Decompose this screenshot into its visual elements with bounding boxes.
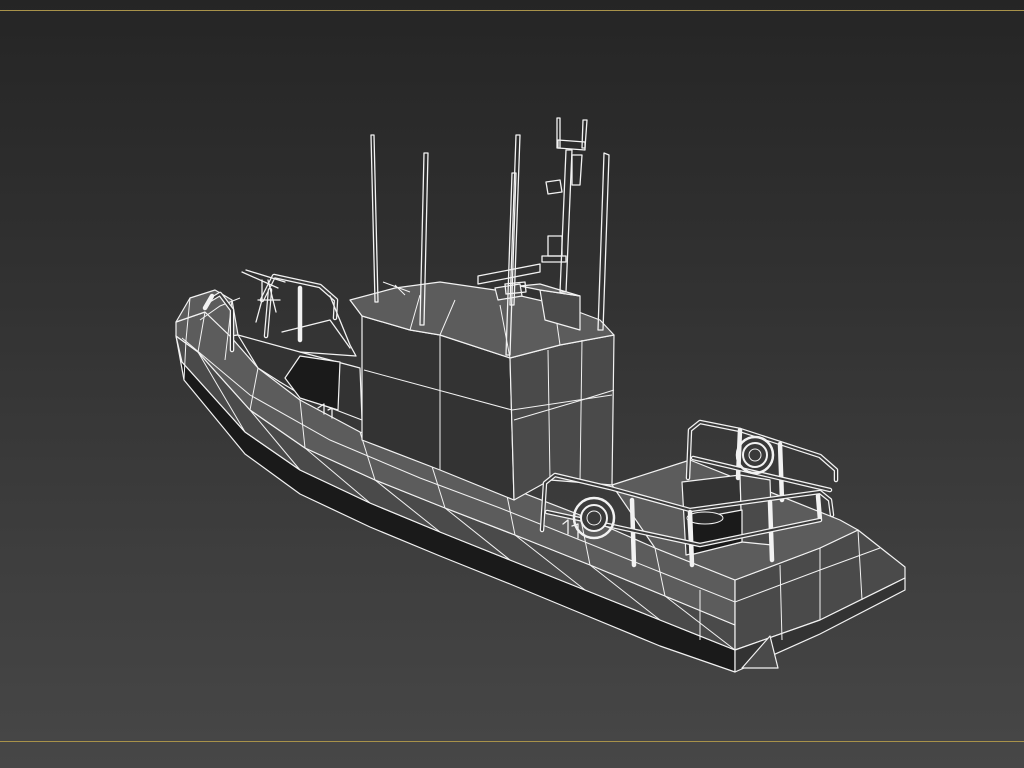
3d-viewport[interactable] — [0, 0, 1024, 768]
boat-model[interactable] — [0, 0, 1024, 768]
